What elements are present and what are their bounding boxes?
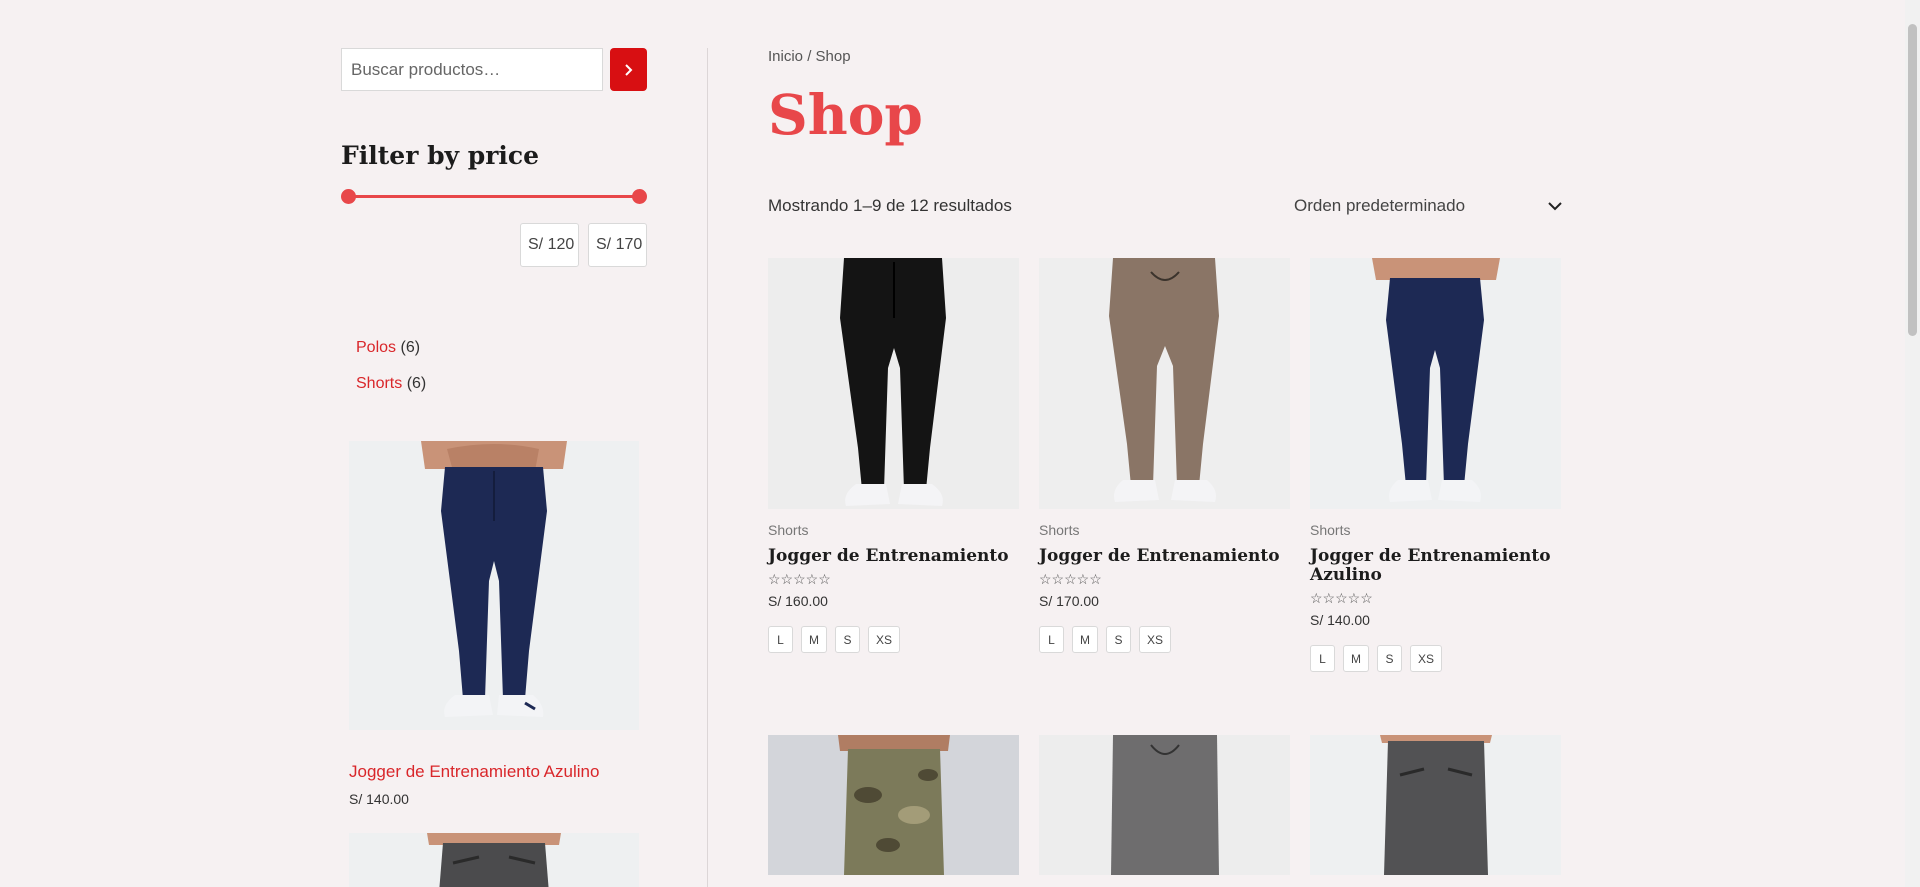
- shop-main: Inicio / Shop Shop Mostrando 1–9 de 12 r…: [768, 48, 1562, 875]
- size-option-s[interactable]: S: [1377, 645, 1402, 672]
- breadcrumb-separator: /: [803, 48, 816, 65]
- product-image[interactable]: [1039, 258, 1290, 509]
- star-rating-icon: ☆☆☆☆☆: [1310, 590, 1373, 606]
- orderby-selected-value: Orden predeterminado: [1294, 196, 1466, 215]
- size-option-m[interactable]: M: [1072, 626, 1098, 653]
- sidebar-product-name[interactable]: Jogger de Entrenamiento Azulino: [349, 762, 647, 782]
- size-option-m[interactable]: M: [1343, 645, 1369, 672]
- sidebar-product-image[interactable]: [349, 441, 639, 730]
- product-grid: Shorts Jogger de Entrenamiento ☆☆☆☆☆ S/ …: [768, 258, 1562, 672]
- product-category: Shorts: [768, 522, 809, 538]
- breadcrumb-home-link[interactable]: Inicio: [768, 48, 803, 65]
- size-option-l[interactable]: L: [1039, 626, 1064, 653]
- slider-handle-min[interactable]: [341, 189, 356, 204]
- breadcrumb: Inicio / Shop: [768, 48, 1562, 65]
- product-price: S/ 160.00: [768, 593, 828, 609]
- sidebar-product: Jogger de Entrenamiento Azulino S/ 140.0…: [341, 441, 647, 887]
- size-option-xs[interactable]: XS: [1410, 645, 1443, 672]
- size-options: L M S XS: [768, 626, 1019, 653]
- star-rating-icon: ☆☆☆☆☆: [768, 571, 831, 587]
- size-option-s[interactable]: S: [835, 626, 860, 653]
- navy-jogger-image: [1310, 258, 1561, 509]
- page-title: Shop: [768, 82, 923, 147]
- search-input[interactable]: [341, 48, 604, 91]
- size-options: L M S XS: [1039, 626, 1290, 653]
- size-options: L M S XS: [1310, 645, 1561, 672]
- product-title[interactable]: Jogger de Entrenamiento Azulino: [1310, 547, 1561, 585]
- product-image[interactable]: [1310, 258, 1561, 509]
- product-search: [341, 48, 647, 91]
- product-category: Shorts: [1039, 522, 1080, 538]
- size-option-xs[interactable]: XS: [868, 626, 901, 653]
- category-count: (6): [406, 375, 427, 392]
- product-category: Shorts: [1310, 522, 1351, 538]
- search-submit-button[interactable]: [610, 48, 647, 91]
- price-inputs: S/ 120 S/ 170: [341, 223, 647, 267]
- chevron-right-icon: [624, 63, 633, 76]
- max-price-input[interactable]: S/ 170: [588, 223, 647, 267]
- min-price-input[interactable]: S/ 120: [520, 223, 579, 267]
- product-card: Shorts Jogger de Entrenamiento ☆☆☆☆☆ S/ …: [1039, 258, 1290, 672]
- scrollbar-thumb[interactable]: [1908, 24, 1917, 336]
- product-grid-row-2: [768, 735, 1562, 875]
- chevron-down-icon: [1548, 201, 1562, 210]
- sidebar-divider: [707, 48, 708, 887]
- sidebar-product-price: S/ 140.00: [349, 791, 409, 807]
- slider-handle-max[interactable]: [632, 189, 647, 204]
- slider-track: [348, 195, 640, 198]
- orderby-select[interactable]: Orden predeterminado: [1294, 196, 1562, 216]
- jogger-model-image: [349, 833, 639, 887]
- charcoal-jogger-image: [1310, 735, 1561, 875]
- sidebar: Filter by price S/ 120 S/ 170 Polos (6) …: [341, 48, 647, 887]
- category-list: Polos (6) Shorts (6): [341, 330, 647, 402]
- product-title[interactable]: Jogger de Entrenamiento: [768, 547, 1019, 566]
- size-option-s[interactable]: S: [1106, 626, 1131, 653]
- product-image[interactable]: [768, 258, 1019, 509]
- filter-by-price-title: Filter by price: [341, 141, 540, 170]
- category-item-shorts: Shorts (6): [356, 366, 647, 402]
- product-image[interactable]: [1039, 735, 1290, 875]
- product-price: S/ 140.00: [1310, 612, 1370, 628]
- product-title[interactable]: Jogger de Entrenamiento: [1039, 547, 1290, 566]
- size-option-l[interactable]: L: [1310, 645, 1335, 672]
- size-option-xs[interactable]: XS: [1139, 626, 1172, 653]
- product-card: Shorts Jogger de Entrenamiento ☆☆☆☆☆ S/ …: [768, 258, 1019, 672]
- price-range-slider[interactable]: [341, 188, 647, 204]
- product-image[interactable]: [768, 735, 1019, 875]
- category-link-shorts[interactable]: Shorts: [356, 375, 402, 392]
- camo-jogger-image: [768, 735, 1019, 875]
- product-card: Shorts Jogger de Entrenamiento Azulino ☆…: [1310, 258, 1561, 672]
- page-scrollbar[interactable]: [1905, 0, 1920, 887]
- shop-toolbar: Mostrando 1–9 de 12 resultados Orden pre…: [768, 193, 1562, 219]
- result-count: Mostrando 1–9 de 12 resultados: [768, 196, 1012, 215]
- product-image[interactable]: [1310, 735, 1561, 875]
- sidebar-product-image-2[interactable]: [349, 833, 639, 887]
- star-rating-icon: ☆☆☆☆☆: [1039, 571, 1102, 587]
- category-link-polos[interactable]: Polos: [356, 339, 396, 356]
- category-count: (6): [400, 339, 421, 356]
- size-option-l[interactable]: L: [768, 626, 793, 653]
- product-price: S/ 170.00: [1039, 593, 1099, 609]
- breadcrumb-current: Shop: [815, 48, 851, 65]
- grey-jogger-image: [1039, 735, 1290, 875]
- jogger-model-image: [349, 441, 639, 730]
- size-option-m[interactable]: M: [801, 626, 827, 653]
- category-item-polos: Polos (6): [356, 330, 647, 366]
- black-jogger-image: [768, 258, 1019, 509]
- taupe-jogger-image: [1039, 258, 1290, 509]
